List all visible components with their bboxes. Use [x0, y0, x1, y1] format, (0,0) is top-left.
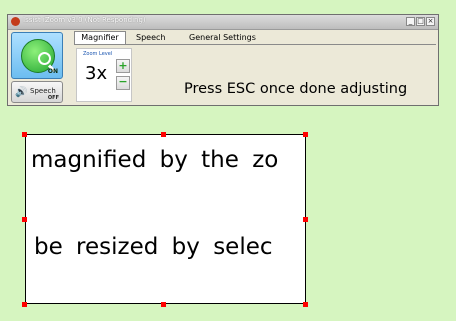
speaker-icon: 🔊 [15, 87, 28, 98]
tab-speech[interactable]: Speech [136, 32, 165, 44]
speech-toggle-label: Speech [30, 87, 56, 95]
resize-handle-right[interactable] [303, 217, 308, 222]
zoom-in-button[interactable]: + [116, 59, 130, 73]
resize-handle-bottom-right[interactable] [303, 302, 308, 307]
magnifier-tab-panel: Zoom Level 3x + − Press ESC once done ad… [74, 44, 436, 103]
zoom-level-value: 3x [85, 63, 108, 84]
title-bar[interactable]: Issist iZoom v3.0 (Not Responding) _ □ × [8, 15, 438, 30]
zoom-out-button[interactable]: − [116, 76, 130, 90]
tab-general-settings[interactable]: General Settings [189, 32, 256, 44]
window-title: Issist iZoom v3.0 (Not Responding) [23, 16, 146, 24]
minimize-button[interactable]: _ [406, 17, 415, 26]
resize-handle-bottom[interactable] [161, 302, 166, 307]
izoom-logo-icon [11, 17, 20, 26]
zoom-lens[interactable]: magnified by the zo be resized by selec [25, 134, 306, 304]
magnifier-state-label: ON [47, 68, 58, 75]
adjust-instruction: Press ESC once done adjusting [184, 81, 408, 97]
lens-text-line: be resized by selec [34, 234, 273, 260]
speech-state-label: OFF [47, 95, 59, 101]
resize-handle-left[interactable] [22, 217, 27, 222]
maximize-button[interactable]: □ [416, 17, 425, 26]
resize-handle-bottom-left[interactable] [22, 302, 27, 307]
speech-toggle-button[interactable]: 🔊 Speech OFF [11, 81, 63, 103]
tab-magnifier[interactable]: Magnifier [74, 31, 126, 44]
zoom-level-control: Zoom Level 3x + − [76, 48, 132, 102]
zoom-level-label: Zoom Level [83, 51, 113, 57]
magnifier-toggle-button[interactable]: ON [11, 32, 63, 79]
izoom-window: Issist iZoom v3.0 (Not Responding) _ □ ×… [7, 14, 439, 106]
resize-handle-top[interactable] [161, 132, 166, 137]
close-button[interactable]: × [426, 17, 435, 26]
window-controls: _ □ × [406, 17, 435, 27]
resize-handle-top-right[interactable] [303, 132, 308, 137]
lens-text-line: magnified by the zo [31, 147, 279, 173]
resize-handle-top-left[interactable] [22, 132, 27, 137]
